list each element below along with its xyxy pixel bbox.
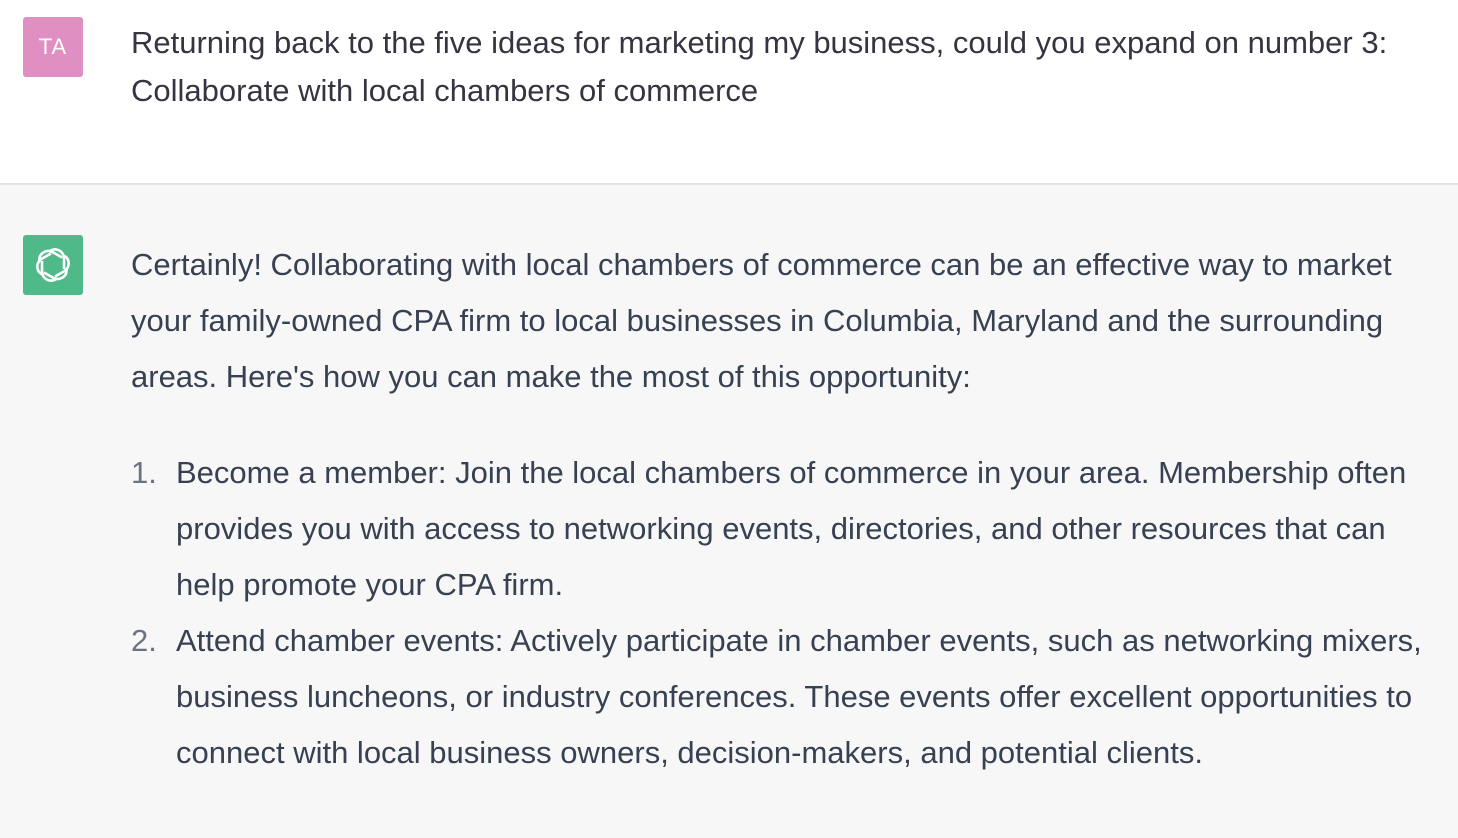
list-item-text: Become a member: Join the local chambers… xyxy=(176,455,1407,602)
user-avatar-initials: TA xyxy=(38,34,68,59)
openai-logo-icon xyxy=(36,248,70,282)
list-item-number: 1. xyxy=(131,455,157,490)
list-item-text: Attend chamber events: Actively particip… xyxy=(176,623,1422,770)
user-avatar: TA xyxy=(23,17,83,77)
assistant-message-body: Certainly! Collaborating with local cham… xyxy=(131,237,1446,781)
assistant-message-row: Certainly! Collaborating with local cham… xyxy=(0,185,1458,838)
list-item: 1. Become a member: Join the local chamb… xyxy=(131,445,1446,613)
user-message-text: Returning back to the five ideas for mar… xyxy=(131,25,1388,108)
assistant-numbered-list: 1. Become a member: Join the local chamb… xyxy=(131,445,1446,781)
assistant-intro-text: Certainly! Collaborating with local cham… xyxy=(131,247,1392,394)
list-item-number: 2. xyxy=(131,623,157,658)
list-item: 2. Attend chamber events: Actively parti… xyxy=(131,613,1446,781)
user-message-row: TA Returning back to the five ideas for … xyxy=(0,0,1458,185)
assistant-avatar xyxy=(23,235,83,295)
